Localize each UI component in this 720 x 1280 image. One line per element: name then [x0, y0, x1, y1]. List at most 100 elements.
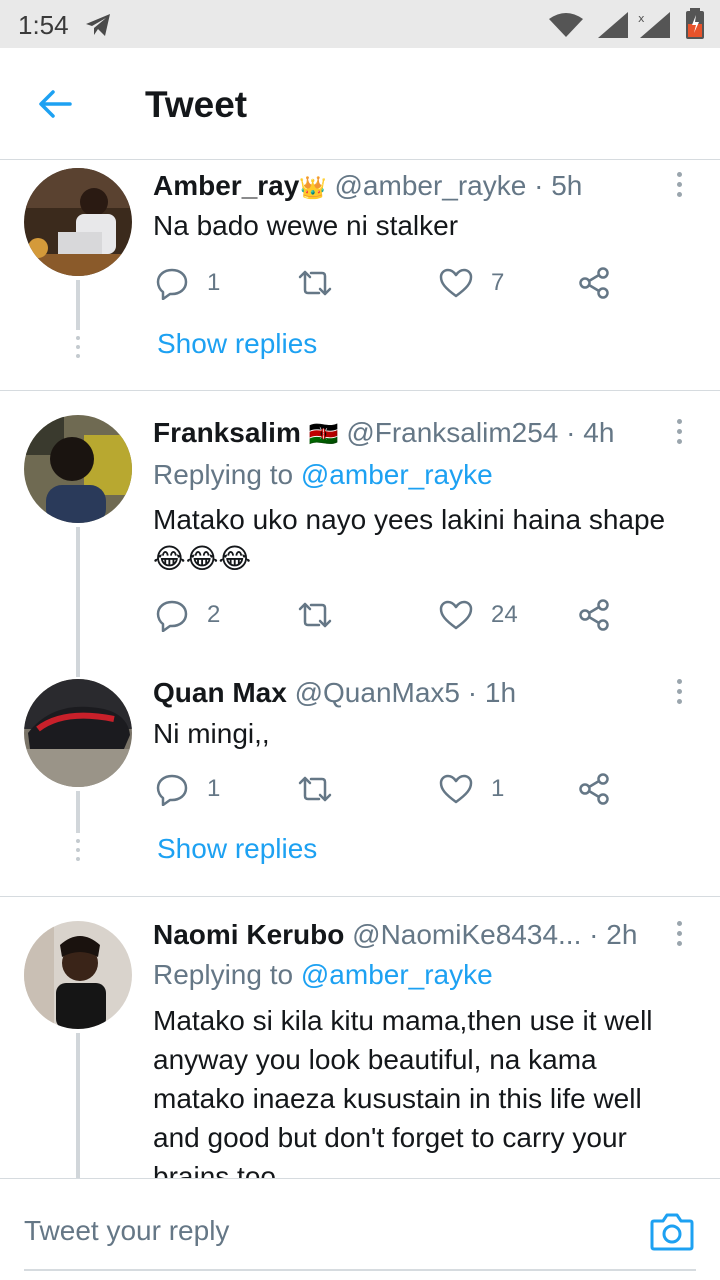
- avatar[interactable]: [24, 679, 132, 787]
- display-name[interactable]: Amber_ray: [153, 170, 299, 201]
- tweet-text-line: matako inaeza kusustain in this life wel…: [153, 1083, 642, 1114]
- retweet-button[interactable]: [297, 597, 333, 633]
- thread-line: [76, 280, 80, 330]
- tweet-text: Na bado wewe ni stalker: [153, 210, 459, 241]
- share-button[interactable]: [577, 265, 611, 301]
- like-icon: [439, 268, 473, 298]
- tweet-time: · 1h: [467, 677, 517, 708]
- more-icon[interactable]: [672, 679, 686, 709]
- wifi-icon: [549, 13, 583, 37]
- tweet-actions: 1 7: [153, 265, 623, 301]
- tweet-header: Quan Max @QuanMax5 · 1h: [153, 677, 516, 709]
- thread-line: [76, 527, 80, 659]
- like-button[interactable]: 1: [439, 771, 504, 807]
- show-replies-link[interactable]: Show replies: [157, 328, 317, 360]
- like-icon: [439, 600, 473, 630]
- avatar[interactable]: [24, 415, 132, 523]
- user-handle[interactable]: @Franksalim254: [346, 417, 558, 448]
- tweet-text: Matako uko nayo yees lakini haina shape: [153, 504, 666, 535]
- like-button[interactable]: 24: [439, 597, 518, 633]
- reply-count: 1: [207, 775, 221, 802]
- tweet-header: Amber_ray👑 @amber_rayke · 5h: [153, 170, 582, 202]
- like-count: 7: [491, 269, 505, 296]
- like-icon: [439, 774, 473, 804]
- retweet-button[interactable]: [297, 265, 333, 301]
- show-replies-link[interactable]: Show replies: [157, 833, 317, 865]
- tweet-header: Franksalim 🇰🇪 @Franksalim254 · 4h: [153, 417, 614, 449]
- tweet-item[interactable]: Quan Max @QuanMax5 · 1h Ni mingi,, 1 1 S…: [0, 659, 720, 895]
- tweet-item[interactable]: Franksalim 🇰🇪 @Franksalim254 · 4h Replyi…: [0, 391, 720, 659]
- tweet-text: Ni mingi,,: [153, 718, 270, 749]
- share-icon: [579, 599, 609, 631]
- tweet-text: Matako si kila kitu mama,then use it wel…: [153, 1001, 713, 1178]
- tweet-text-line: Matako si kila kitu mama,then use it wel…: [153, 1005, 653, 1036]
- replying-label: Replying to: [153, 959, 294, 990]
- reply-count: 1: [207, 269, 221, 296]
- like-count: 24: [491, 601, 518, 628]
- tweet-item[interactable]: Amber_ray👑 @amber_rayke · 5h Na bado wew…: [0, 160, 720, 390]
- reply-button[interactable]: 1: [155, 771, 220, 807]
- user-handle[interactable]: @QuanMax5: [295, 677, 460, 708]
- share-icon: [579, 267, 609, 299]
- share-button[interactable]: [577, 771, 611, 807]
- signal-no-data-icon: x: [638, 12, 670, 38]
- tweet-actions: 1 1: [153, 771, 623, 807]
- input-underline: [24, 1269, 696, 1271]
- retweet-icon: [298, 270, 332, 296]
- reply-button[interactable]: 1: [155, 265, 220, 301]
- reply-composer: Tweet your reply: [0, 1178, 720, 1280]
- more-icon[interactable]: [672, 419, 686, 449]
- camera-icon[interactable]: [650, 1211, 694, 1251]
- display-name[interactable]: Quan Max: [153, 677, 287, 708]
- more-icon[interactable]: [672, 921, 686, 951]
- more-icon[interactable]: [672, 172, 686, 202]
- retweet-button[interactable]: [297, 771, 333, 807]
- user-handle[interactable]: @amber_rayke: [335, 170, 527, 201]
- share-icon: [579, 773, 609, 805]
- status-time: 1:54: [18, 10, 69, 40]
- avatar[interactable]: [24, 921, 132, 1029]
- like-button[interactable]: 7: [439, 265, 504, 301]
- retweet-icon: [298, 602, 332, 628]
- tweet-actions: 2 24: [153, 597, 623, 633]
- reply-icon: [156, 774, 188, 806]
- tweet-reply-input[interactable]: Tweet your reply: [24, 1215, 229, 1247]
- display-name[interactable]: Naomi Kerubo: [153, 919, 344, 950]
- mention-link[interactable]: @amber_rayke: [301, 959, 493, 990]
- telegram-icon: [86, 14, 110, 36]
- reply-button[interactable]: 2: [155, 597, 220, 633]
- back-arrow-icon[interactable]: [36, 84, 76, 124]
- thread-dots: [76, 336, 80, 363]
- display-name[interactable]: Franksalim: [153, 417, 301, 448]
- crown-emoji: 👑: [299, 175, 327, 200]
- retweet-icon: [298, 776, 332, 802]
- reply-icon: [156, 600, 188, 632]
- tweet-time: · 5h: [534, 170, 583, 201]
- tweet-time: · 2h: [589, 919, 638, 950]
- reply-count: 2: [207, 601, 221, 628]
- tweet-header: Naomi Kerubo @NaomiKe8434... · 2h: [153, 919, 637, 951]
- status-bar: 1:54 x: [0, 0, 720, 48]
- user-handle[interactable]: @NaomiKe8434...: [352, 919, 581, 950]
- page-title: Tweet: [145, 84, 248, 125]
- tweet-text-line: and good but don't forget to carry your: [153, 1122, 627, 1153]
- flag-emoji: 🇰🇪: [308, 421, 339, 448]
- thread-line: [76, 659, 80, 677]
- tweet-text-line: brains too: [153, 1161, 276, 1178]
- avatar[interactable]: [24, 168, 132, 276]
- battery-icon: [686, 8, 704, 39]
- tweet-text-emoji: 😂😂😂: [153, 543, 252, 574]
- tweet-time: · 4h: [566, 417, 615, 448]
- thread-dots: [76, 839, 80, 866]
- thread-line: [76, 791, 80, 833]
- like-count: 1: [491, 775, 505, 802]
- replying-to: Replying to @amber_rayke: [153, 459, 493, 491]
- tweet-item[interactable]: Naomi Kerubo @NaomiKe8434... · 2h Replyi…: [0, 897, 720, 1178]
- tweet-text-line: anyway you look beautiful, na kama: [153, 1044, 597, 1075]
- share-button[interactable]: [577, 597, 611, 633]
- reply-icon: [156, 268, 188, 300]
- mention-link[interactable]: @amber_rayke: [301, 459, 493, 490]
- svg-text:x: x: [638, 12, 645, 25]
- replying-label: Replying to: [153, 459, 294, 490]
- top-app-bar: Tweet: [0, 48, 720, 160]
